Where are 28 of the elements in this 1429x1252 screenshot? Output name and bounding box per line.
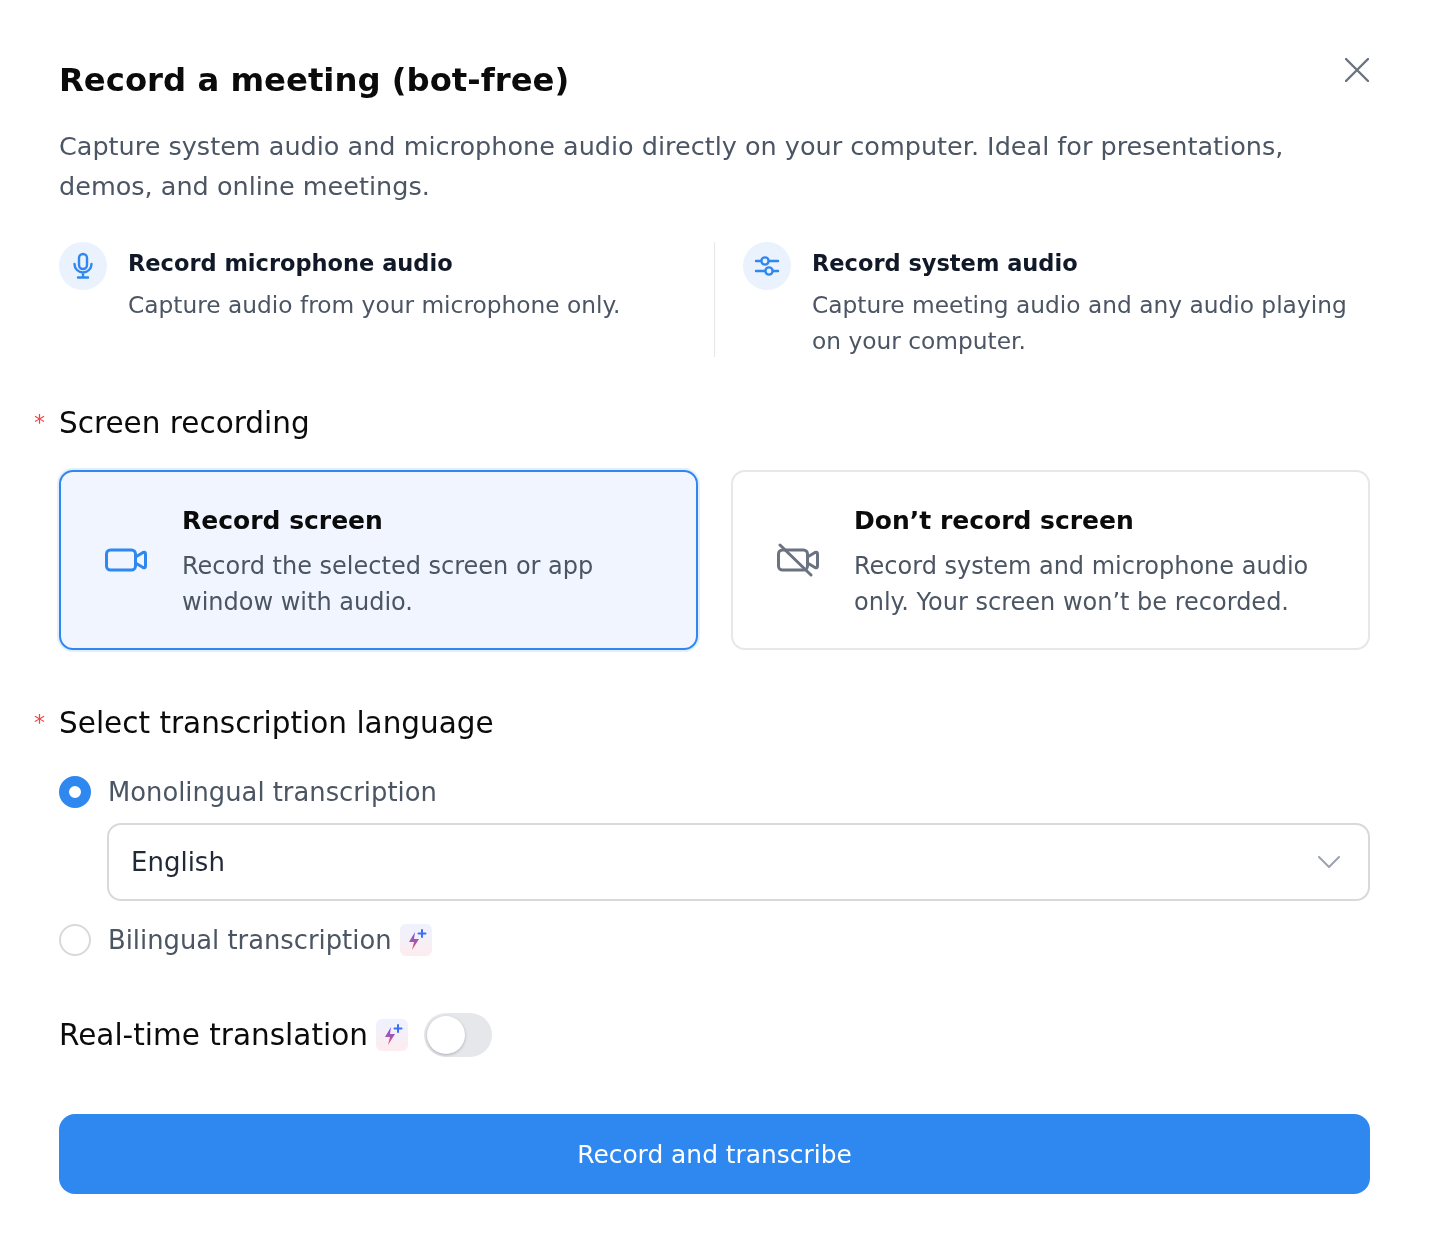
feature-title: Record system audio (812, 249, 1079, 278)
chevron-down-icon (1318, 856, 1340, 868)
required-mark: * (34, 409, 46, 437)
feature-title: Record microphone audio (128, 249, 454, 278)
screen-option-card[interactable]: Record screen Record the selected screen or app window with audio. (59, 470, 698, 650)
dialog-title: Record a meeting (bot-free) (59, 60, 570, 101)
feature-description: Capture meeting audio and any audio playing on your computer. (812, 290, 1348, 356)
sliders-icon (743, 242, 791, 290)
required-mark: * (34, 709, 46, 737)
close-icon (1345, 58, 1369, 82)
radio-button[interactable] (59, 776, 91, 808)
record-and-transcribe-button[interactable]: Record and transcribe (59, 1114, 1370, 1194)
video-camera-off-icon (777, 543, 819, 577)
radio-label: Monolingual transcription (108, 776, 437, 809)
option-description: Record system and microphone audio only. Your screen won’t be recorded. (854, 550, 1310, 618)
setting-label: Real-time translation (59, 1017, 368, 1054)
screen-option-card[interactable]: Don’t record screen Record system and microphone audio only. Your screen won’t be recorded. (731, 470, 1370, 650)
radio-label: Bilingual transcription (108, 924, 392, 957)
option-description: Record the selected screen or app window with audio. (182, 550, 595, 618)
feature-description: Capture audio from your microphone only. (128, 290, 621, 320)
microphone-icon (59, 242, 107, 290)
dialog-description: Capture system audio and microphone audio directly on your computer. Ideal for presentations, demos, and online meetings. (59, 130, 1285, 203)
option-title: Record screen (182, 504, 384, 537)
toggle-switch[interactable] (423, 1013, 492, 1057)
option-title: Don’t record screen (854, 504, 1135, 537)
section-label: Select transcription language (59, 705, 494, 742)
language-select[interactable]: English (107, 823, 1370, 901)
section-label: Screen recording (59, 405, 310, 442)
